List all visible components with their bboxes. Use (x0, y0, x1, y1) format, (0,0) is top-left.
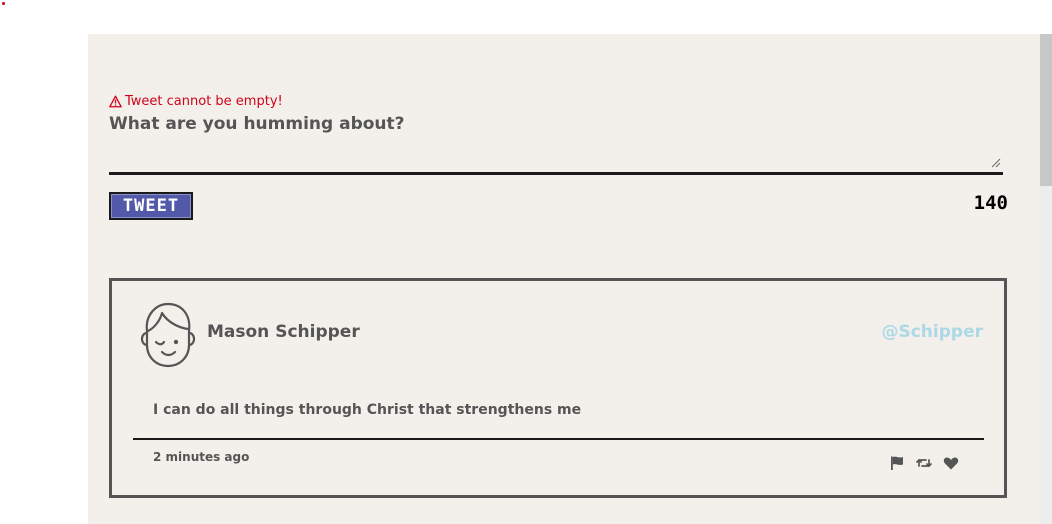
tweet-actions (889, 455, 959, 471)
error-message-text: Tweet cannot be empty! (125, 94, 283, 109)
scrollbar-thumb[interactable] (1040, 34, 1052, 186)
scrollbar[interactable] (1040, 34, 1052, 524)
tweet-card: Mason Schipper @Schipper I can do all th… (109, 278, 1007, 498)
tweet-input[interactable] (109, 112, 1003, 175)
tweet-handle[interactable]: @Schipper (881, 322, 983, 342)
tweet-text: I can do all things through Christ that … (153, 402, 582, 418)
heart-icon[interactable] (943, 455, 959, 471)
tweet-timestamp: 2 minutes ago (153, 450, 250, 464)
tweet-divider (133, 438, 984, 440)
character-counter: 140 (973, 192, 1008, 214)
corner-dot (2, 2, 5, 5)
flag-icon[interactable] (889, 455, 905, 471)
error-message: Tweet cannot be empty! (109, 94, 283, 109)
resize-handle-icon[interactable] (991, 158, 1001, 168)
winking-face-avatar-icon (140, 302, 196, 368)
retweet-icon[interactable] (916, 455, 932, 471)
tweet-display-name: Mason Schipper (207, 322, 360, 342)
tweet-button[interactable]: TWEET (109, 192, 193, 220)
warning-icon (109, 95, 122, 108)
